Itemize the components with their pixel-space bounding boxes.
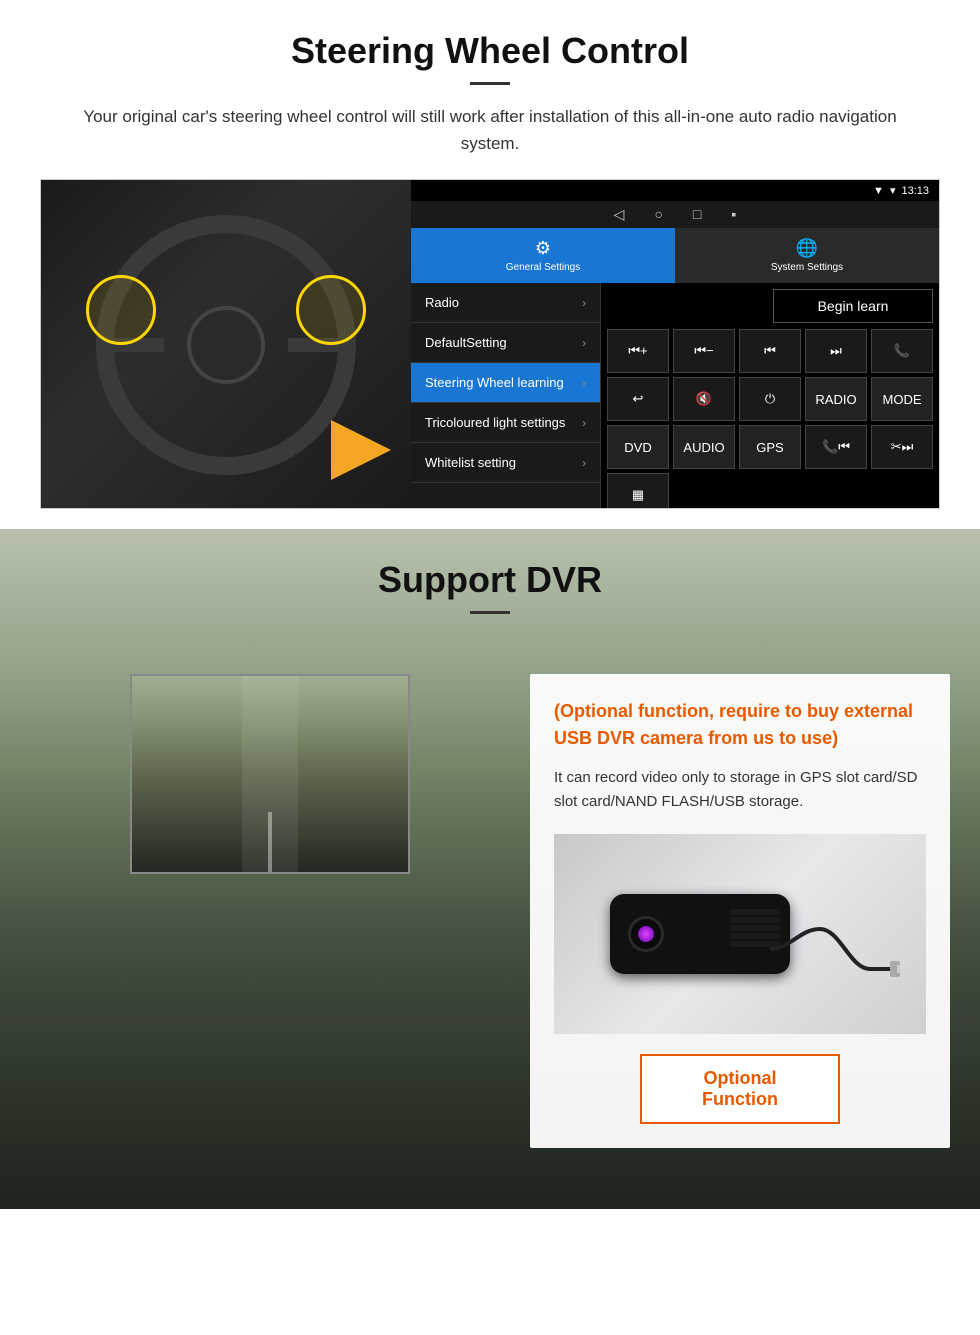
menu-panel: Radio › DefaultSetting › Steering Wheel … bbox=[411, 283, 601, 509]
highlight-circle-left bbox=[86, 275, 156, 345]
control-grid: ⏮+ ⏮− ⏮ ⏭ 📞 ↩ 🔇 ⏻ RADIO MODE DVD AUDIO G… bbox=[607, 329, 933, 509]
ctrl-mute[interactable]: 🔇 bbox=[673, 377, 735, 421]
dvr-title-area: Support DVR bbox=[0, 529, 980, 634]
steering-title: Steering Wheel Control bbox=[40, 30, 940, 72]
menu-nav-icon[interactable]: ▪ bbox=[731, 206, 736, 223]
dvr-section: Support DVR (Optional function, require … bbox=[0, 529, 980, 1209]
menu-item-tricoloured[interactable]: Tricoloured light settings › bbox=[411, 403, 600, 443]
title-divider bbox=[470, 82, 510, 85]
ctrl-dvd[interactable]: DVD bbox=[607, 425, 669, 469]
dvr-title: Support DVR bbox=[40, 559, 940, 601]
ctrl-vol-up[interactable]: ⏮+ bbox=[607, 329, 669, 373]
menu-item-steering-wheel[interactable]: Steering Wheel learning › bbox=[411, 363, 600, 403]
tab-system-settings[interactable]: 🌐 System Settings bbox=[675, 228, 939, 283]
ctrl-back[interactable]: ↩ bbox=[607, 377, 669, 421]
tab-general-settings[interactable]: ⚙ General Settings bbox=[411, 228, 675, 283]
chevron-icon: › bbox=[582, 376, 586, 390]
recent-nav-icon[interactable]: □ bbox=[693, 206, 701, 223]
steering-section: Steering Wheel Control Your original car… bbox=[0, 0, 980, 529]
dvr-description: It can record video only to storage in G… bbox=[554, 766, 926, 814]
back-nav-icon[interactable]: ◁ bbox=[614, 206, 625, 223]
controls-panel: Begin learn ⏮+ ⏮− ⏮ ⏭ 📞 ↩ 🔇 ⏻ RADIO MODE… bbox=[601, 283, 939, 509]
dvr-content-area: (Optional function, require to buy exter… bbox=[0, 654, 980, 1168]
dvr-left-column bbox=[30, 674, 510, 914]
menu-item-radio[interactable]: Radio › bbox=[411, 283, 600, 323]
usb-cable-svg bbox=[770, 909, 900, 989]
ctrl-power[interactable]: ⏻ bbox=[739, 377, 801, 421]
ctrl-radio[interactable]: RADIO bbox=[805, 377, 867, 421]
android-ui: ▼ ▾ 13:13 ◁ ○ □ ▪ ⚙ General Settings 🌐 S… bbox=[411, 180, 939, 508]
ctrl-audio[interactable]: AUDIO bbox=[673, 425, 735, 469]
ctrl-mode[interactable]: MODE bbox=[871, 377, 933, 421]
steering-subtitle: Your original car's steering wheel contr… bbox=[80, 103, 900, 157]
wifi-icon: ▾ bbox=[890, 184, 896, 197]
ctrl-vol-down[interactable]: ⏮− bbox=[673, 329, 735, 373]
begin-learn-row: Begin learn bbox=[607, 289, 933, 323]
arrow-shape bbox=[331, 420, 391, 480]
arrow-graphic bbox=[311, 420, 391, 480]
dvr-title-divider bbox=[470, 611, 510, 614]
ctrl-gps[interactable]: GPS bbox=[739, 425, 801, 469]
ctrl-prev-track[interactable]: ⏮ bbox=[739, 329, 801, 373]
dvr-camera-image bbox=[554, 834, 926, 1034]
status-time: 13:13 bbox=[901, 185, 929, 197]
chevron-icon: › bbox=[582, 296, 586, 310]
android-nav-bar: ◁ ○ □ ▪ bbox=[411, 201, 939, 228]
chevron-icon: › bbox=[582, 336, 586, 350]
menu-item-whitelist[interactable]: Whitelist setting › bbox=[411, 443, 600, 483]
highlight-circle-right bbox=[296, 275, 366, 345]
android-content: Radio › DefaultSetting › Steering Wheel … bbox=[411, 283, 939, 509]
chevron-icon: › bbox=[582, 456, 586, 470]
dvr-camera-screenshot bbox=[130, 674, 410, 874]
menu-item-defaultsetting[interactable]: DefaultSetting › bbox=[411, 323, 600, 363]
dvr-optional-text: (Optional function, require to buy exter… bbox=[554, 698, 926, 752]
ctrl-phone[interactable]: 📞 bbox=[871, 329, 933, 373]
chevron-icon: › bbox=[582, 416, 586, 430]
home-nav-icon[interactable]: ○ bbox=[654, 206, 662, 223]
ctrl-next-track[interactable]: ⏭ bbox=[805, 329, 867, 373]
settings-icon: ⚙ bbox=[535, 238, 551, 259]
dvr-info-card: (Optional function, require to buy exter… bbox=[530, 674, 950, 1148]
android-status-bar: ▼ ▾ 13:13 bbox=[411, 180, 939, 201]
ctrl-extra[interactable]: ▦ bbox=[607, 473, 669, 509]
optional-function-button[interactable]: Optional Function bbox=[640, 1054, 840, 1124]
screenshot-area: ▼ ▾ 13:13 ◁ ○ □ ▪ ⚙ General Settings 🌐 S… bbox=[40, 179, 940, 509]
system-icon: 🌐 bbox=[796, 238, 818, 259]
ctrl-phone-prev[interactable]: 📞⏮ bbox=[805, 425, 867, 469]
begin-learn-button[interactable]: Begin learn bbox=[773, 289, 933, 323]
android-tabs: ⚙ General Settings 🌐 System Settings bbox=[411, 228, 939, 283]
steering-wheel-photo bbox=[41, 180, 411, 509]
signal-icon: ▼ bbox=[873, 185, 884, 197]
ctrl-cut-next[interactable]: ✂⏭ bbox=[871, 425, 933, 469]
